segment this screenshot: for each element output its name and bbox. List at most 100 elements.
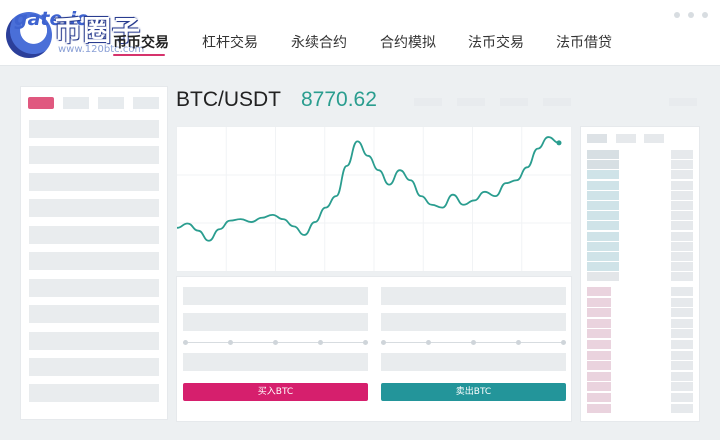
bid-row-price	[587, 403, 611, 413]
ask-row-amount	[671, 170, 693, 180]
bid-row-amount	[671, 308, 693, 318]
top-bar: gate.io 币圈子 www.120btc.com 币币交易 杠杆交易 永续合…	[0, 0, 720, 66]
ask-row-amount	[671, 201, 693, 210]
ask-row-price	[587, 180, 619, 190]
market-row[interactable]	[29, 384, 159, 402]
market-row[interactable]	[29, 332, 159, 350]
market-row[interactable]	[29, 199, 159, 217]
nav-perpetual-contract[interactable]: 永续合约	[291, 32, 347, 52]
stat-placeholder	[669, 98, 697, 106]
bid-row-amount	[671, 382, 693, 392]
market-row[interactable]	[29, 226, 159, 244]
sell-total-input[interactable]	[381, 353, 566, 371]
market-row[interactable]	[29, 120, 159, 138]
market-row[interactable]	[29, 358, 159, 376]
order-book-tab	[644, 134, 664, 143]
market-row[interactable]	[29, 279, 159, 297]
bid-row-amount	[671, 403, 693, 413]
nav-fiat-trading[interactable]: 法币交易	[468, 32, 524, 52]
ask-row-price	[587, 252, 619, 261]
trading-pair: BTC/USDT	[176, 88, 281, 111]
market-tab[interactable]	[63, 97, 89, 109]
buy-button[interactable]: 买入BTC	[183, 383, 368, 401]
stat-placeholder	[500, 98, 528, 106]
buy-amount-input[interactable]	[183, 313, 368, 331]
ask-row-amount	[671, 211, 693, 221]
market-tab-active[interactable]	[28, 97, 54, 109]
bid-row-price	[587, 393, 611, 402]
ask-row-amount	[671, 252, 693, 261]
ask-row-amount	[671, 190, 693, 200]
bid-row-amount	[671, 329, 693, 339]
ask-row-amount	[671, 221, 693, 231]
bid-row-amount	[671, 287, 693, 296]
ask-row-amount	[671, 160, 693, 170]
order-book-tab	[587, 134, 607, 143]
nav-margin-trading[interactable]: 杠杆交易	[202, 32, 258, 52]
nav-active-indicator	[113, 54, 165, 56]
bid-row-amount	[671, 350, 693, 360]
bid-row-amount	[671, 371, 693, 381]
window-menu-icon[interactable]	[674, 12, 708, 18]
bid-row-price	[587, 297, 611, 307]
ask-row-price	[587, 160, 619, 170]
ask-row-price	[587, 211, 619, 221]
bid-row-price	[587, 318, 611, 328]
bid-row-amount	[671, 361, 693, 371]
price-chart-svg	[176, 127, 571, 271]
buy-price-input[interactable]	[183, 287, 368, 305]
bid-row-price	[587, 340, 611, 349]
nav-spot-trading[interactable]: 币币交易	[113, 32, 169, 52]
ask-row-amount	[671, 241, 693, 251]
order-book-tab	[616, 134, 636, 143]
bid-row-price	[587, 350, 611, 360]
last-price: 8770.62	[301, 88, 377, 111]
price-chart[interactable]	[176, 126, 572, 272]
ask-row-price	[587, 241, 619, 251]
market-row[interactable]	[29, 305, 159, 323]
bid-row-amount	[671, 318, 693, 328]
ask-row-price	[587, 231, 619, 241]
ask-row-price	[587, 262, 619, 272]
bid-row-price	[587, 361, 611, 371]
last-price-point	[556, 140, 562, 146]
ask-row-amount	[671, 231, 693, 241]
ask-row-amount	[671, 272, 693, 282]
mid-price-row	[587, 272, 619, 281]
ask-row-price	[587, 150, 619, 159]
sell-price-input[interactable]	[381, 287, 566, 305]
ask-row-amount	[671, 180, 693, 190]
bid-row-price	[587, 329, 611, 339]
bid-row-price	[587, 371, 611, 381]
market-row[interactable]	[29, 146, 159, 164]
buy-amount-slider[interactable]	[183, 340, 368, 345]
sell-button[interactable]: 卖出BTC	[381, 383, 566, 401]
ask-row-amount	[671, 150, 693, 159]
market-tab[interactable]	[133, 97, 159, 109]
nav-fiat-lending[interactable]: 法币借贷	[556, 32, 612, 52]
sell-amount-slider[interactable]	[381, 340, 566, 345]
order-book-panel	[580, 126, 700, 422]
market-row[interactable]	[29, 252, 159, 270]
ask-row-price	[587, 170, 619, 180]
stat-placeholder	[414, 98, 442, 106]
stat-placeholder	[457, 98, 485, 106]
buy-total-input[interactable]	[183, 353, 368, 371]
stat-placeholder	[543, 98, 571, 106]
bid-row-price	[587, 382, 611, 392]
sell-amount-input[interactable]	[381, 313, 566, 331]
app-window: gate.io 币圈子 www.120btc.com 币币交易 杠杆交易 永续合…	[0, 0, 720, 440]
bid-row-amount	[671, 297, 693, 307]
price-series-line	[176, 136, 560, 242]
market-tab[interactable]	[98, 97, 124, 109]
ask-row-price	[587, 190, 619, 200]
ask-row-price	[587, 221, 619, 231]
bid-row-amount	[671, 340, 693, 349]
bid-row-price	[587, 287, 611, 296]
market-list-panel	[20, 86, 168, 420]
market-row[interactable]	[29, 173, 159, 191]
ask-row-amount	[671, 262, 693, 272]
nav-contract-simulation[interactable]: 合约模拟	[380, 32, 436, 52]
chart-line-group	[176, 136, 562, 242]
bid-row-price	[587, 308, 611, 318]
